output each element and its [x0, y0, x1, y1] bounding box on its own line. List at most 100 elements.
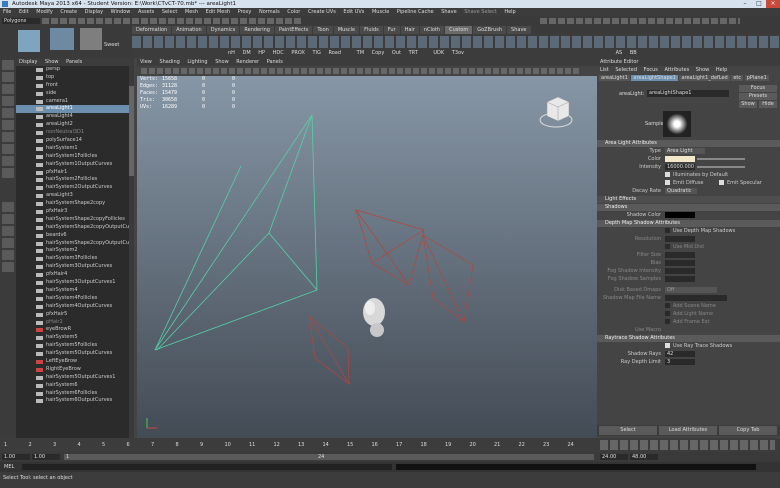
outliner-item[interactable]: hairSystemShape2copy [16, 200, 134, 208]
ae-menu-list[interactable]: List [600, 67, 609, 73]
color-slider[interactable] [697, 158, 745, 160]
section-shadows[interactable]: Shadows [597, 204, 780, 211]
outliner-item[interactable]: hairSystem1OutputCurves [16, 161, 134, 169]
shelf-thumbnail[interactable] [80, 28, 102, 50]
outliner-item[interactable]: hairSystem5OutputCurves1 [16, 374, 134, 382]
area-light-4[interactable] [308, 315, 350, 385]
outliner-item[interactable]: hairSystemShape2copyOutputCurves [16, 224, 134, 232]
show-manip-icon[interactable] [2, 156, 14, 166]
view-cube-icon[interactable] [539, 96, 573, 128]
bias-field[interactable] [665, 260, 695, 266]
filter-size-field[interactable] [665, 252, 695, 258]
outliner-item[interactable]: areaLight1 [16, 105, 134, 114]
ae-node-tab[interactable]: areaLight1 [599, 75, 630, 81]
show-button[interactable]: Show [739, 101, 757, 108]
outliner-item[interactable]: hairSystem4 [16, 287, 134, 295]
ae-node-name-field[interactable]: areaLightShape1 [647, 90, 729, 97]
ae-node-tab[interactable]: pPlane1 [744, 75, 769, 81]
last-tool-icon[interactable] [2, 168, 14, 178]
outliner-item[interactable]: polySurface14 [16, 137, 134, 145]
outliner-menu-panels[interactable]: Panels [66, 59, 82, 65]
section-depth-map[interactable]: Depth Map Shadow Attributes [597, 220, 780, 227]
outliner-item[interactable]: hairSystem6OutputCurves [16, 397, 134, 405]
menu-assets[interactable]: Assets [138, 9, 154, 15]
shadow-rays-field[interactable]: 42 [665, 351, 695, 357]
outliner-item[interactable]: areaLight2 [16, 121, 134, 129]
menu-window[interactable]: Window [111, 9, 131, 15]
use-mid-dist-checkbox[interactable] [665, 244, 670, 249]
add-scene-name-checkbox[interactable] [665, 303, 670, 308]
emit-diffuse-checkbox[interactable] [665, 180, 670, 185]
viewport-scene[interactable] [137, 58, 597, 438]
section-area-light[interactable]: Area Light Attributes [597, 140, 780, 147]
render-icons[interactable] [540, 18, 740, 24]
emit-specular-checkbox[interactable] [719, 180, 724, 185]
outliner-menu-display[interactable]: Display [19, 59, 37, 65]
resolution-field[interactable] [665, 236, 695, 242]
outliner-item[interactable]: pfxHair3 [16, 208, 134, 216]
viewport-panel[interactable]: View Shading Lighting Show Renderer Pane… [137, 58, 600, 438]
soft-mod-icon[interactable] [2, 144, 14, 154]
ae-menu-help[interactable]: Help [716, 67, 727, 73]
section-light-effects[interactable]: Light Effects [597, 196, 780, 203]
mode-selector[interactable]: Polygons [2, 18, 40, 24]
menu-shave[interactable]: Shave [441, 9, 456, 15]
menu-modify[interactable]: Modify [36, 9, 53, 15]
layout-single-icon[interactable] [2, 202, 14, 212]
outliner-item[interactable]: pfxHair4 [16, 271, 134, 279]
playback-end-field[interactable]: 24.00 [600, 454, 628, 460]
copy-tab-button[interactable]: Copy Tab [719, 426, 777, 435]
outliner-item[interactable]: hairSystemShape2copyOutputCurves1 [16, 240, 134, 248]
outliner-item[interactable]: hairSystem6Follicles [16, 390, 134, 398]
focus-button[interactable]: Focus [739, 85, 777, 92]
outliner-item[interactable]: hairSystem4Follicles [16, 295, 134, 303]
outliner-item[interactable]: top [16, 74, 134, 82]
load-attributes-button[interactable]: Load Attributes [659, 426, 717, 435]
add-light-name-checkbox[interactable] [665, 311, 670, 316]
menu-color[interactable]: Color [287, 9, 300, 15]
shelf-thumbnail[interactable] [18, 30, 40, 52]
hide-button[interactable]: Hide [759, 101, 777, 108]
tab-fluids[interactable]: Fluids [360, 26, 383, 34]
paint-select-icon[interactable] [2, 84, 14, 94]
shelf-thumbnail[interactable] [50, 28, 74, 50]
select-button[interactable]: Select [599, 426, 657, 435]
menu-shave-select[interactable]: Shave Select [464, 9, 496, 15]
playback-controls[interactable] [600, 440, 775, 450]
shadow-map-field[interactable] [665, 295, 727, 301]
menu-help[interactable]: Help [504, 9, 515, 15]
tab-ncloth[interactable]: nCloth [419, 26, 445, 34]
outliner-item[interactable]: hairSystem6 [16, 382, 134, 390]
outliner-item[interactable]: pHair1 [16, 319, 134, 327]
use-raytrace-checkbox[interactable] [665, 343, 670, 348]
menu-muscle[interactable]: Muscle [372, 9, 389, 15]
tab-muscle[interactable]: Muscle [333, 26, 360, 34]
outliner-item[interactable]: hairSystem5 [16, 334, 134, 342]
universal-manip-icon[interactable] [2, 132, 14, 142]
range-slider[interactable]: 1 24 [64, 454, 594, 460]
menu-select[interactable]: Select [162, 9, 177, 15]
tab-gozbrush[interactable]: GoZBrush [473, 26, 507, 34]
outliner-item[interactable]: hairSystem3OutputCurves1 [16, 279, 134, 287]
disk-dmaps-dropdown[interactable]: Off [665, 287, 717, 293]
outliner-item[interactable]: hairSystem2OutputCurves [16, 184, 134, 192]
layout-outliner-icon[interactable] [2, 238, 14, 248]
presets-button[interactable]: Presets [739, 93, 777, 100]
menu-proxy[interactable]: Proxy [238, 9, 252, 15]
outliner-menu-show[interactable]: Show [45, 59, 59, 65]
ray-depth-field[interactable]: 3 [665, 359, 695, 365]
outliner-scrollbar-thumb[interactable] [129, 86, 134, 176]
outliner-item[interactable]: hairSystem5OutputCurves [16, 350, 134, 358]
menu-edit-uvs[interactable]: Edit UVs [343, 9, 364, 15]
layout-graph-icon[interactable] [2, 250, 14, 260]
close-button[interactable]: × [766, 0, 780, 8]
tab-dynamics[interactable]: Dynamics [206, 26, 240, 34]
ae-menu-show[interactable]: Show [696, 67, 710, 73]
minimize-button[interactable]: – [738, 0, 752, 8]
outliner-item[interactable]: areaLight4 [16, 113, 134, 121]
area-light-3[interactable] [422, 234, 474, 323]
decay-dropdown[interactable]: Quadratic [665, 188, 697, 194]
move-tool-icon[interactable] [2, 96, 14, 106]
status-line-icons[interactable] [42, 18, 302, 24]
time-slider[interactable]: 1 2 3 4 5 6 7 8 9 10 11 12 13 14 15 16 17 18 19 20 21 22 23 24 [0, 438, 780, 452]
